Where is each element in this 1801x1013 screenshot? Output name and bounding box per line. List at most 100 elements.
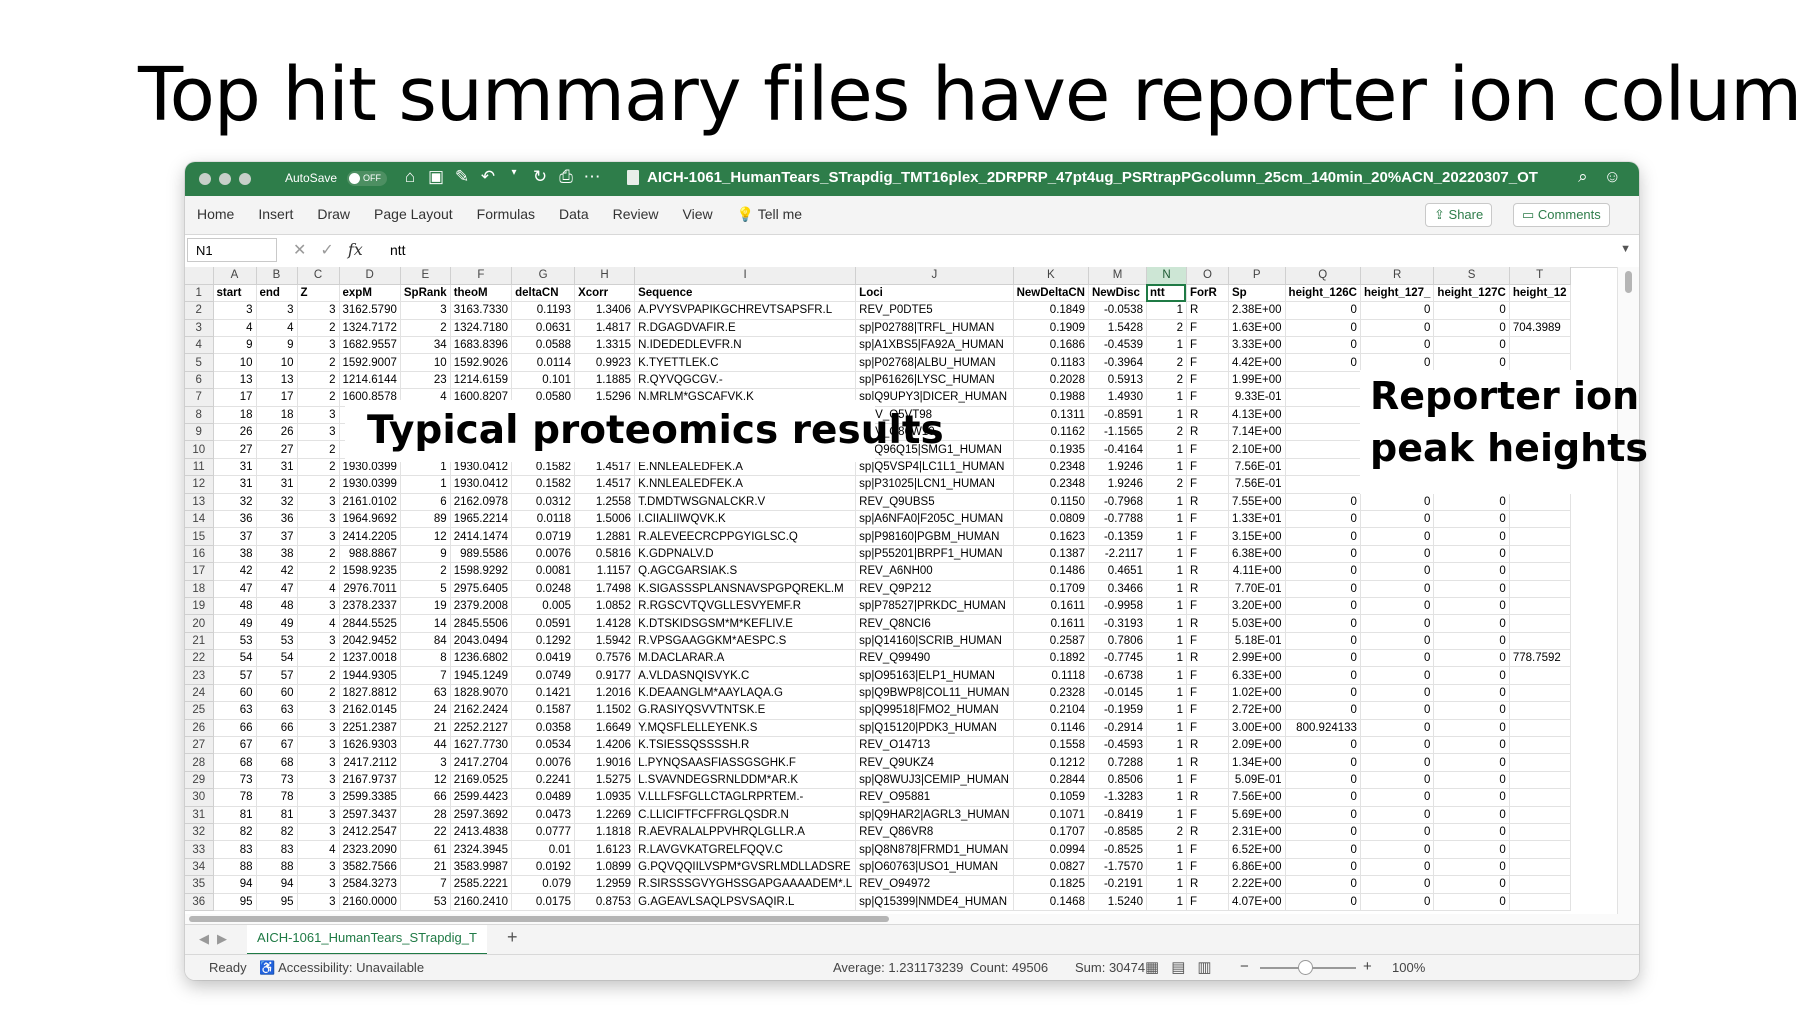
check-icon[interactable]: ✓ bbox=[320, 240, 333, 260]
column-name-cell[interactable]: NewDeltaCN bbox=[1013, 284, 1089, 303]
table-cell[interactable]: 2 bbox=[297, 649, 340, 668]
page-layout-view-icon[interactable]: ▤ bbox=[1171, 958, 1185, 976]
table-cell[interactable]: 0.1150 bbox=[1013, 493, 1089, 511]
table-cell[interactable]: 0.3466 bbox=[1088, 580, 1147, 598]
table-cell[interactable]: 66 bbox=[213, 719, 257, 738]
table-cell[interactable]: 2 bbox=[297, 371, 340, 390]
table-cell[interactable]: 2975.6405 bbox=[450, 580, 513, 598]
table-cell[interactable]: 9.33E-01 bbox=[1228, 388, 1286, 407]
column-name-cell[interactable]: Loci bbox=[855, 284, 1014, 303]
table-cell[interactable]: 0.5816 bbox=[574, 545, 636, 564]
table-cell[interactable]: 78 bbox=[213, 788, 257, 807]
table-cell[interactable]: 0 bbox=[1360, 527, 1435, 546]
table-cell[interactable]: 0 bbox=[1433, 840, 1510, 859]
table-cell[interactable]: 0 bbox=[1433, 614, 1510, 633]
table-cell[interactable]: 0.9923 bbox=[574, 353, 636, 372]
name-box[interactable]: N1 bbox=[187, 238, 277, 262]
table-cell[interactable]: 1 bbox=[400, 475, 451, 494]
table-cell[interactable]: sp|Q99518|FMO2_HUMAN bbox=[855, 701, 1014, 720]
table-cell[interactable]: 2414.2205 bbox=[339, 527, 401, 546]
table-cell[interactable]: 1.5275 bbox=[574, 771, 636, 790]
table-cell[interactable]: 1 bbox=[1146, 562, 1187, 581]
row-number[interactable]: 19 bbox=[185, 597, 214, 616]
table-cell[interactable] bbox=[1509, 753, 1571, 772]
table-cell[interactable]: -0.8585 bbox=[1088, 823, 1147, 842]
table-cell[interactable]: 1 bbox=[1146, 632, 1187, 651]
table-cell[interactable]: 3583.9987 bbox=[450, 858, 513, 877]
table-cell[interactable]: 0 bbox=[1360, 336, 1435, 355]
table-cell[interactable]: -2.2117 bbox=[1088, 545, 1147, 564]
table-cell[interactable]: 0 bbox=[1433, 510, 1510, 529]
table-cell[interactable]: 2.99E+00 bbox=[1228, 649, 1286, 668]
table-cell[interactable]: F bbox=[1186, 353, 1229, 372]
table-cell[interactable]: 0 bbox=[1285, 580, 1361, 598]
table-cell[interactable]: 0 bbox=[1285, 858, 1361, 877]
chevron-down-icon[interactable]: ▾ bbox=[505, 167, 523, 187]
table-cell[interactable]: F bbox=[1186, 510, 1229, 529]
table-cell[interactable] bbox=[1509, 875, 1571, 894]
table-cell[interactable]: 2251.2387 bbox=[339, 719, 401, 738]
table-cell[interactable]: 0.0994 bbox=[1013, 840, 1089, 859]
autosave-toggle[interactable]: OFF bbox=[347, 171, 387, 186]
table-cell[interactable]: 2 bbox=[297, 684, 340, 703]
table-cell[interactable]: 3 bbox=[297, 893, 340, 911]
search-icon[interactable]: ⌕ bbox=[1578, 167, 1588, 187]
table-cell[interactable]: 704.3989 bbox=[1509, 319, 1571, 338]
table-cell[interactable] bbox=[1509, 527, 1571, 546]
table-cell[interactable]: 1 bbox=[1146, 875, 1187, 894]
table-cell[interactable]: 0 bbox=[1433, 788, 1510, 807]
table-cell[interactable]: 1.5240 bbox=[1088, 893, 1147, 911]
row-number[interactable]: 9 bbox=[185, 423, 214, 442]
table-cell[interactable]: 0.1623 bbox=[1013, 527, 1089, 546]
table-cell[interactable]: 0 bbox=[1433, 353, 1510, 372]
table-cell[interactable]: 3582.7566 bbox=[339, 858, 401, 877]
table-cell[interactable]: 54 bbox=[256, 649, 298, 668]
normal-view-icon[interactable]: ▦ bbox=[1145, 958, 1159, 976]
horizontal-scroll-thumb[interactable] bbox=[189, 916, 889, 922]
table-cell[interactable]: 0 bbox=[1360, 701, 1435, 720]
table-cell[interactable] bbox=[1509, 580, 1571, 598]
column-name-cell[interactable]: Sequence bbox=[634, 284, 857, 303]
table-cell[interactable]: 0 bbox=[1433, 753, 1510, 772]
row-number[interactable]: 29 bbox=[185, 771, 214, 790]
table-cell[interactable]: 2160.2410 bbox=[450, 893, 513, 911]
table-cell[interactable]: 0 bbox=[1285, 840, 1361, 859]
column-header-e[interactable]: E bbox=[400, 267, 451, 285]
table-cell[interactable]: 0.1707 bbox=[1013, 823, 1089, 842]
table-cell[interactable]: L.SVAVNDEGSRNLDDM*AR.K bbox=[634, 771, 857, 790]
table-cell[interactable]: F bbox=[1186, 701, 1229, 720]
table-cell[interactable]: 12 bbox=[400, 771, 451, 790]
table-cell[interactable]: 0.01 bbox=[511, 840, 576, 859]
table-cell[interactable]: 0.0534 bbox=[511, 736, 576, 755]
table-cell[interactable]: 0.1311 bbox=[1013, 406, 1089, 425]
table-cell[interactable]: 68 bbox=[213, 753, 257, 772]
table-cell[interactable]: 82 bbox=[213, 823, 257, 842]
column-header-k[interactable]: K bbox=[1013, 267, 1089, 285]
table-cell[interactable]: 10 bbox=[213, 353, 257, 372]
redo-icon[interactable]: ↻ bbox=[531, 167, 549, 187]
minimize-window-button[interactable] bbox=[219, 173, 231, 185]
table-cell[interactable]: 3 bbox=[213, 301, 257, 320]
table-cell[interactable]: 0 bbox=[1285, 875, 1361, 894]
table-cell[interactable]: K.GDPNALV.D bbox=[634, 545, 857, 564]
table-cell[interactable] bbox=[1509, 823, 1571, 842]
table-cell[interactable]: 0 bbox=[1360, 632, 1435, 651]
table-cell[interactable]: 0 bbox=[1360, 353, 1435, 372]
table-cell[interactable]: 3 bbox=[297, 423, 340, 442]
table-cell[interactable]: 0 bbox=[1285, 684, 1361, 703]
table-cell[interactable]: Q.AGCGARSIAK.S bbox=[634, 562, 857, 581]
column-header-f[interactable]: F bbox=[450, 267, 513, 285]
table-cell[interactable]: 1 bbox=[1146, 336, 1187, 355]
table-cell[interactable]: 0 bbox=[1360, 301, 1435, 320]
table-cell[interactable]: 2599.4423 bbox=[450, 788, 513, 807]
table-cell[interactable]: 3.15E+00 bbox=[1228, 527, 1286, 546]
table-cell[interactable]: REV_Q9UKZ4 bbox=[855, 753, 1014, 772]
table-cell[interactable]: R bbox=[1186, 753, 1229, 772]
table-cell[interactable]: 2584.3273 bbox=[339, 875, 401, 894]
share-button[interactable]: ⇪ Share bbox=[1425, 203, 1493, 227]
zoom-window-button[interactable] bbox=[239, 173, 251, 185]
table-cell[interactable]: 0.7576 bbox=[574, 649, 636, 668]
table-cell[interactable]: 0.1611 bbox=[1013, 597, 1089, 616]
table-cell[interactable]: F bbox=[1186, 858, 1229, 877]
table-cell[interactable]: 4 bbox=[297, 840, 340, 859]
